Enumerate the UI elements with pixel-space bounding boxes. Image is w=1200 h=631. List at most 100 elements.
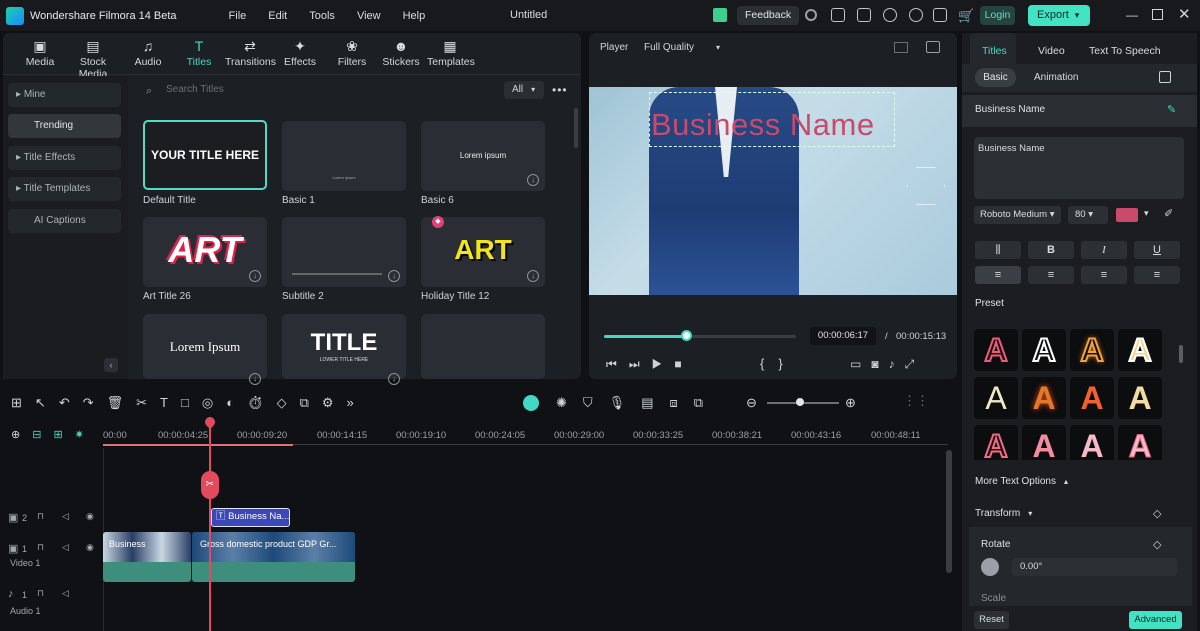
keyframe-diamond-icon[interactable]: ◇ [1153,538,1161,551]
text-format-icon[interactable]: ⫼ [975,241,1021,259]
preset-tile[interactable]: A [974,377,1018,419]
title-card-basic-1[interactable]: Lorem ipsum [282,121,406,191]
gift-icon[interactable] [713,8,727,22]
text-color-swatch[interactable] [1116,208,1138,222]
minimize-icon[interactable]: — [1126,8,1138,22]
volume-icon[interactable]: ◁ [62,542,69,553]
download-icon[interactable]: ↓ [249,270,261,282]
audio-mix-icon[interactable]: ▤ [641,395,669,410]
timeline-playhead[interactable] [209,420,211,631]
preset-tile[interactable]: A [1022,377,1066,419]
category-title-effects[interactable]: ▸ Title Effects [8,146,121,170]
download-icon[interactable]: ↓ [527,174,539,186]
preset-tile[interactable]: A [1118,377,1162,419]
download-icon[interactable]: ↓ [527,270,539,282]
video-clip-2[interactable]: Gross domestic product GDP Gr... [192,532,355,582]
keyframe-icon[interactable]: ◇ [277,395,300,410]
timeline-ruler[interactable]: 00:00 00:00:04:25 00:00:09:20 00:00:14:1… [103,424,948,446]
keyframe-diamond-icon[interactable]: ◇ [1153,507,1161,520]
mark-in-icon[interactable]: { [760,356,778,371]
record-icon[interactable] [805,9,817,21]
zoom-slider-knob[interactable] [796,398,804,406]
tab-effects[interactable]: ✦ Effects [283,37,317,68]
category-mine[interactable]: ▸ Mine [8,83,121,107]
tab-audio[interactable]: ♫ Audio [131,37,165,68]
ai-edit-icon[interactable]: ✎ [1167,103,1176,116]
zoom-out-icon[interactable]: ⊖ [746,395,757,411]
rotate-dial[interactable] [981,558,999,576]
cloud-upload-icon[interactable] [883,8,897,22]
cart-icon[interactable]: 🛒 [958,8,974,24]
preset-tile[interactable]: A [1070,377,1114,419]
category-ai-captions[interactable]: AI Captions [8,209,121,233]
playback-scrubber[interactable] [604,335,796,338]
title-card-default-title[interactable]: YOUR TITLE HERE [143,120,267,190]
tab-media[interactable]: ▣ Media [25,37,55,68]
preset-tile[interactable]: A [1070,425,1114,460]
download-icon[interactable]: ↓ [388,270,400,282]
overlay-title-text[interactable]: Business Name [651,107,875,143]
menu-help[interactable]: Help [403,10,426,22]
camera-icon[interactable]: ◙ [871,357,888,371]
eye-icon[interactable]: ◉ [86,511,94,522]
align-center-icon[interactable]: ≡ [1028,266,1074,284]
eyedropper-icon[interactable]: ✐ [1164,207,1173,220]
menu-view[interactable]: View [357,10,381,22]
mask-icon[interactable]: ◎ [202,395,226,410]
preset-tile[interactable]: A [974,425,1018,460]
display-icon[interactable]: ▭ [850,357,871,371]
pip-icon[interactable]: ⧈ [669,395,693,410]
prop-tab-text-to-speech[interactable]: Text To Speech [1089,45,1161,57]
preset-tile[interactable]: A [1022,425,1066,460]
prop-tab-titles[interactable]: Titles [982,45,1007,57]
filter-dropdown[interactable]: All ▾ [504,81,544,99]
preset-scrollbar[interactable] [1179,345,1183,363]
add-track-icon[interactable]: ⊕ [11,429,32,441]
menu-tools[interactable]: Tools [309,10,335,22]
close-icon[interactable]: ✕ [1178,5,1191,23]
next-frame-icon[interactable]: ⏭ [629,357,652,371]
restore-icon[interactable] [1152,9,1163,20]
zoom-in-icon[interactable]: ⊕ [845,395,856,411]
volume-icon[interactable]: ◁ [62,588,69,599]
export-button[interactable]: Export ▾ [1028,5,1090,26]
timeline-scrollbar[interactable] [946,450,952,573]
subtab-animation[interactable]: Animation [1034,72,1078,83]
video-preview[interactable]: Business Name [589,87,957,295]
play-icon[interactable]: ▶ [652,357,675,371]
preset-tile[interactable]: A [1022,329,1066,371]
split-scissors-icon[interactable]: ✂ [201,471,219,499]
more-options-icon[interactable]: ••• [552,83,568,97]
crop-icon[interactable]: □ [181,395,202,410]
preset-tile[interactable]: A [1118,329,1162,371]
more-text-options[interactable]: More Text Options ▴ [975,476,1068,487]
align-justify-icon[interactable]: ≡ [1134,266,1180,284]
subtab-basic[interactable]: Basic [975,68,1016,87]
bold-button[interactable]: B [1028,241,1074,259]
title-card-subtitle-2[interactable]: ↓ [282,217,406,287]
tab-stock-media[interactable]: ▤ Stock Media [65,37,121,80]
advanced-button[interactable]: Advanced [1129,611,1182,629]
text-icon[interactable]: T [160,395,181,410]
title-card-title[interactable]: TITLE LOWER TITLE HERE ↓ [282,314,406,385]
font-dropdown[interactable]: Roboto Medium ▾ [974,206,1061,224]
replace-icon[interactable]: ⧉ [694,395,719,410]
transform-header[interactable]: Transform ▾ [975,508,1032,519]
stop-icon[interactable]: ■ [674,357,693,371]
login-button[interactable]: Login [980,6,1015,25]
chevron-down-icon[interactable]: ▾ [1144,208,1149,219]
title-card-art-title-26[interactable]: ART ↓ [143,217,267,287]
align-right-icon[interactable]: ≡ [1081,266,1127,284]
auto-ripple-icon[interactable]: ✷ [75,429,96,441]
title-card-basic-6[interactable]: Lorem ipsum ↓ [421,121,545,191]
underline-button[interactable]: U [1134,241,1180,259]
redo-icon[interactable]: ↷ [83,395,107,410]
align-left-icon[interactable]: ≡ [975,266,1021,284]
volume-icon[interactable]: ◁ [62,511,69,522]
scopes-icon[interactable] [926,41,940,53]
link-icon[interactable]: ⊟ [32,429,53,441]
support-icon[interactable] [909,8,923,22]
lock-icon[interactable]: ⊓ [37,542,44,553]
lock-icon[interactable]: ⊓ [37,588,44,599]
rotate-input[interactable]: 0.00° [1012,558,1177,576]
